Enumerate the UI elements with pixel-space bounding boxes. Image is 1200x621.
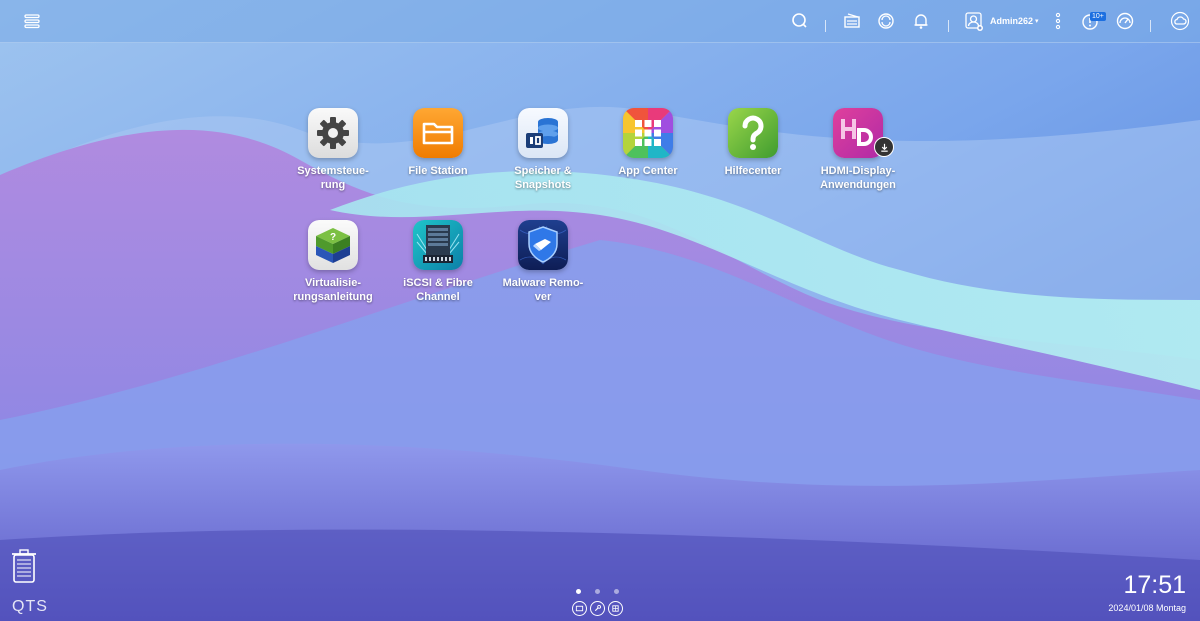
app-control-panel[interactable]: Systemsteue-rung [288,108,378,192]
app-storage-snapshots[interactable]: Speicher & Snapshots [498,108,588,192]
question-icon [728,108,778,158]
user-menu[interactable]: Admin262 ▾ [964,9,1039,33]
server-icon [413,220,463,270]
app-label: File Station [408,165,468,177]
resource-monitor-icon[interactable] [1113,9,1137,33]
page-dot-2[interactable] [595,589,600,594]
app-iscsi-fibre-channel[interactable]: iSCSI & Fibre Channel [393,220,483,304]
clock-date: 2024/01/08 Montag [1108,603,1186,613]
cloud-icon[interactable] [1168,9,1192,33]
app-app-center[interactable]: App Center [603,108,693,178]
download-icon[interactable] [874,137,894,157]
menu-icon[interactable] [20,9,44,33]
external-device-icon[interactable] [874,9,898,33]
folder-icon [413,108,463,158]
virtual-cube-icon: ? [308,220,358,270]
search-icon[interactable] [787,9,811,33]
bell-icon[interactable] [909,9,933,33]
app-label: Malware Remo-ver [502,277,584,303]
wrench-icon[interactable] [590,601,605,616]
grid-icon[interactable] [608,601,623,616]
more-icon[interactable] [1046,9,1070,33]
gear-icon [308,108,358,158]
trash-icon[interactable] [10,548,38,584]
separator [948,20,949,32]
top-bar: Admin262 ▾ 10+ [0,0,1200,43]
separator [1150,20,1151,32]
app-malware-remover[interactable]: Malware Remo-ver [498,220,588,304]
separator [825,20,826,32]
svg-text:?: ? [330,232,336,243]
page-dot-1[interactable] [576,589,581,594]
app-label: Hilfecenter [724,165,782,177]
user-icon [964,11,984,31]
app-help-center[interactable]: Hilfecenter [708,108,798,178]
clock-time: 17:51 [1123,571,1186,599]
app-grid-icon [623,108,673,158]
app-virtualization-guide[interactable]: ? Virtualisie-rungsanleitung [288,220,378,304]
app-label: HDMI-Display- Anwendungen [820,165,896,191]
app-label: App Center [618,165,678,177]
notification-badge: 10+ [1090,12,1106,21]
desktop: Admin262 ▾ 10+ Systemsteue- rung File St… [0,0,1200,621]
show-desktop-icon[interactable] [572,601,587,616]
shield-icon [518,220,568,270]
app-label: Virtualisie-rungsanleitung [293,277,373,303]
page-dot-3[interactable] [614,589,619,594]
wallpaper [0,0,1200,621]
qts-logo: QTS [12,598,48,615]
app-label: Speicher & Snapshots [514,165,572,191]
user-name: Admin262 [990,16,1034,26]
chevron-down-icon: ▾ [1035,18,1039,25]
background-tasks-icon[interactable] [840,9,864,33]
app-file-station[interactable]: File Station [393,108,483,178]
app-label: Systemsteue-rung [297,165,369,191]
app-label: iSCSI & Fibre Channel [403,277,473,303]
storage-icon [518,108,568,158]
